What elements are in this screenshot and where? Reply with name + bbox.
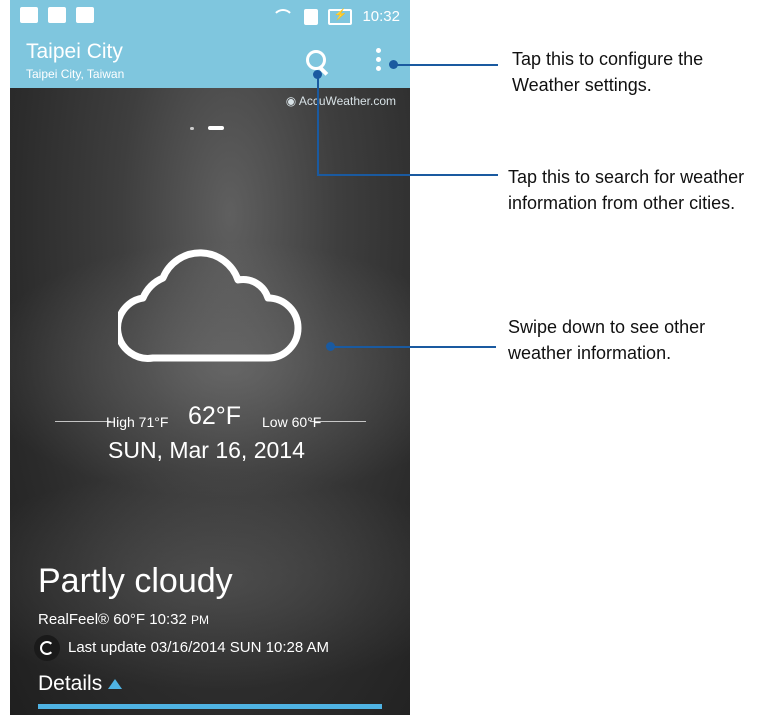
- annotation-swipe: Swipe down to see other weather informat…: [508, 314, 705, 366]
- accuweather-link[interactable]: ◉ AccuWeather.com: [286, 94, 396, 108]
- notification-icons: [20, 7, 94, 23]
- forecast-date: SUN, Mar 16, 2014: [108, 437, 305, 463]
- current-temp: 62°F: [188, 402, 242, 430]
- annotation-line: weather information.: [508, 343, 672, 363]
- last-update: Last update 03/16/2014 SUN 10:28 AM: [68, 639, 330, 656]
- callout-line-search-h: [317, 174, 498, 176]
- annotation-line: Swipe down to see other: [508, 317, 706, 337]
- callout-line-settings: [394, 64, 498, 66]
- details-label: Details: [38, 672, 103, 695]
- app-bar: Taipei City Taipei City, Taiwan: [10, 36, 410, 88]
- high-temp: High 71°F: [106, 414, 169, 430]
- status-icons-right: 10:32: [272, 8, 400, 25]
- callout-line-swipe: [331, 346, 496, 348]
- notification-icon: [48, 7, 66, 23]
- notification-icon: [20, 7, 38, 23]
- divider-line: [310, 421, 366, 422]
- annotation-line: Weather settings.: [512, 75, 652, 95]
- annotation-line: information from other cities.: [508, 193, 736, 213]
- sd-card-icon: [304, 8, 319, 25]
- city-location: Taipei City, Taiwan: [26, 67, 125, 81]
- refresh-icon[interactable]: [34, 635, 60, 661]
- annotation-search: Tap this to search for weather informati…: [508, 164, 744, 216]
- triangle-up-icon: [108, 679, 123, 690]
- realfeel-ampm: PM: [190, 613, 209, 627]
- annotation-settings: Tap this to configure the Weather settin…: [512, 46, 703, 98]
- details-underline: [38, 704, 382, 709]
- phone-screen: 10:32 Taipei City Taipei City, Taiwan ◉ …: [10, 0, 410, 715]
- page-dot: [190, 126, 194, 130]
- image-icon: [76, 7, 94, 23]
- status-bar: 10:32: [10, 0, 410, 36]
- provider-label: AccuWeather.com: [298, 94, 396, 108]
- status-time: 10:32: [362, 8, 400, 25]
- battery-icon: [328, 8, 353, 25]
- page-dot-active: [208, 126, 224, 130]
- wifi-icon: [272, 8, 295, 25]
- city-name[interactable]: Taipei City: [26, 40, 123, 64]
- annotation-line: Tap this to search for weather: [508, 167, 745, 187]
- divider-line: [55, 421, 111, 422]
- callout-line-search-v: [317, 74, 319, 174]
- annotation-line: Tap this to configure the: [512, 49, 704, 69]
- details-button[interactable]: Details: [38, 672, 123, 696]
- realfeel-value: RealFeel® 60°F 10:32: [38, 611, 187, 628]
- realfeel-text: RealFeel® 60°F 10:32 PM: [38, 611, 209, 628]
- page-indicator: [190, 126, 224, 130]
- weather-condition: Partly cloudy: [38, 562, 233, 600]
- low-temp: Low 60°F: [262, 414, 322, 430]
- cloud-icon: [118, 249, 302, 362]
- overflow-menu-icon[interactable]: [372, 48, 384, 76]
